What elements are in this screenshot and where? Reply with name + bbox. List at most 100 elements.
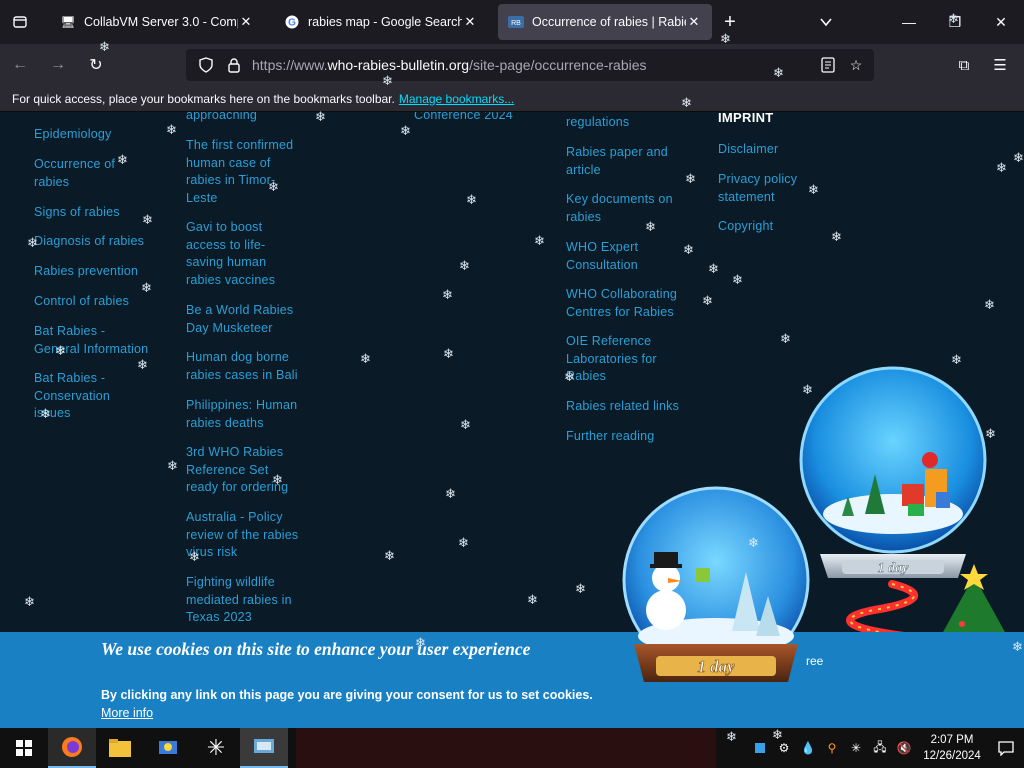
footer-link[interactable]: Privacy policy statement <box>718 171 818 206</box>
app-menu-button[interactable]: ☰ <box>988 54 1012 76</box>
tab-occurrence-of-rabies[interactable]: RB Occurrence of rabies | Rabies - ✕ <box>498 4 712 40</box>
clock-date: 12/26/2024 <box>923 750 981 762</box>
address-bar[interactable]: https://www.who-rabies-bulletin.org/site… <box>186 49 874 81</box>
manage-bookmarks-link[interactable]: Manage bookmarks... <box>399 92 514 106</box>
svg-text:RB: RB <box>511 20 521 27</box>
footer-link[interactable]: Rabies prevention <box>34 263 164 281</box>
tab-google-search[interactable]: G rabies map - Google Search ✕ <box>274 4 488 40</box>
tray-security-icon[interactable]: ⚙ <box>772 728 796 768</box>
footer-link[interactable]: Epidemiology <box>34 126 111 144</box>
taskbar-empty-area <box>296 728 716 768</box>
start-button[interactable] <box>0 728 48 768</box>
tab-overflow-button[interactable] <box>812 0 840 44</box>
reader-view-icon[interactable] <box>818 55 838 75</box>
chevron-down-icon <box>820 18 832 27</box>
footer-link[interactable]: approaching <box>186 112 257 125</box>
footer-link[interactable]: Human dog borne rabies cases in Bali <box>186 349 308 384</box>
windows-start-icon <box>16 740 32 756</box>
footer-link[interactable]: The first confirmed human case of rabies… <box>186 137 298 207</box>
footer-link[interactable]: OIE Reference Laboratories for Rabies <box>566 333 664 386</box>
screen: 🖥 CollabVM Server 3.0 - Compute ✕ G rabi… <box>0 0 1024 768</box>
clock-time: 2:07 PM <box>930 734 974 746</box>
forward-button[interactable]: → <box>40 49 76 81</box>
reload-button[interactable]: ↻ <box>78 49 114 81</box>
snowflake-app-icon: ✳ <box>206 735 226 760</box>
imprint-heading: IMPRINT <box>718 112 774 125</box>
maximize-button[interactable]: ❐ <box>932 0 978 44</box>
svg-text:G: G <box>288 18 296 29</box>
footer-link[interactable]: Occurrence of rabies <box>34 156 134 191</box>
extensions-button[interactable]: ⧉ <box>952 54 976 76</box>
taskbar-snowflake-app[interactable]: ✳ <box>192 728 240 768</box>
footer-link[interactable]: Diagnosis of rabies <box>34 233 164 251</box>
close-icon: ✕ <box>995 13 1007 30</box>
firefox-icon <box>62 737 82 757</box>
footer-link[interactable]: WHO Expert Consultation <box>566 239 646 274</box>
snow-globe-gifts: 1 day <box>799 366 987 578</box>
notification-icon <box>998 741 1014 756</box>
back-button[interactable]: ← <box>2 49 38 81</box>
bookmark-star-icon[interactable]: ☆ <box>846 55 866 75</box>
cookie-banner: We use cookies on this site to enhance y… <box>0 632 1024 728</box>
footer-link[interactable]: Be a World Rabies Day Musketeer <box>186 302 298 337</box>
footer-link[interactable]: Fighting wildlife mediated rabies in Tex… <box>186 574 304 627</box>
close-tab-icon[interactable]: ✕ <box>238 14 254 30</box>
collabvm-icon: 🖥 <box>60 15 76 29</box>
close-tab-icon[interactable]: ✕ <box>686 14 702 30</box>
footer-link[interactable]: Copyright <box>718 218 773 236</box>
url-host: who-rabies-bulletin.org <box>327 57 470 73</box>
taskbar-file-explorer[interactable] <box>96 728 144 768</box>
cookie-banner-heading: We use cookies on this site to enhance y… <box>101 639 531 659</box>
system-tray: ⚙ 💧 ⚲ ✳ 🖧 🔇 2:07 PM 12/26/2024 <box>748 728 1024 768</box>
tab-bar: 🖥 CollabVM Server 3.0 - Compute ✕ G rabi… <box>0 0 1024 44</box>
close-tab-icon[interactable]: ✕ <box>462 14 478 30</box>
new-tab-button[interactable]: + <box>712 4 748 40</box>
footer-link[interactable]: Bat Rabies - Conservation issues <box>34 370 124 423</box>
tab-title: CollabVM Server 3.0 - Compute <box>84 15 238 29</box>
footer-link[interactable]: Control of rabies <box>34 293 164 311</box>
footer-link[interactable]: Rabies related links <box>566 398 691 416</box>
tray-blue-square-icon[interactable] <box>748 728 772 768</box>
taskbar-firefox[interactable] <box>48 728 96 768</box>
tray-snowflake-icon[interactable]: ✳ <box>844 728 868 768</box>
arrow-left-icon: ← <box>12 56 28 73</box>
list-all-tabs-button[interactable] <box>0 0 40 44</box>
footer-link[interactable]: Conference 2024 <box>414 112 513 125</box>
tray-volume-muted-icon[interactable]: 🔇 <box>892 728 916 768</box>
file-explorer-icon <box>109 739 131 757</box>
notifications-button[interactable] <box>988 728 1024 768</box>
rabies-bulletin-icon: RB <box>508 14 524 30</box>
footer-link[interactable]: Rabies paper and article <box>566 144 676 179</box>
window-controls: — ❐ ✕ <box>886 0 1024 44</box>
footer-link[interactable]: Signs of rabies <box>34 204 120 222</box>
tracking-protection-icon[interactable] <box>196 57 216 73</box>
puzzle-icon: ⧉ <box>958 56 970 74</box>
close-window-button[interactable]: ✕ <box>978 0 1024 44</box>
footer-link[interactable]: Gavi to boost access to life-saving huma… <box>186 219 282 289</box>
lock-icon[interactable] <box>224 57 244 73</box>
footer-link[interactable]: Further reading <box>566 428 691 446</box>
taskbar-collabvm[interactable] <box>144 728 192 768</box>
footer-link[interactable]: Disclaimer <box>718 141 778 159</box>
tab-title: rabies map - Google Search <box>308 15 462 29</box>
control-panel-icon <box>254 739 274 753</box>
minimize-button[interactable]: — <box>886 0 932 44</box>
url-text[interactable]: https://www.who-rabies-bulletin.org/site… <box>252 57 647 73</box>
footer-link[interactable]: Bat Rabies - General Information <box>34 323 152 358</box>
footer-link[interactable]: regulations <box>566 114 629 132</box>
footer-link[interactable]: Key documents on rabies <box>566 191 676 226</box>
footer-link[interactable]: 3rd WHO Rabies Reference Set ready for o… <box>186 444 298 497</box>
footer-link[interactable]: Australia - Policy review of the rabies … <box>186 509 308 562</box>
cookie-banner-text: By clicking any link on this page you ar… <box>101 688 593 702</box>
more-info-link[interactable]: More info <box>101 706 153 720</box>
tray-search-icon[interactable]: ⚲ <box>820 728 844 768</box>
google-icon: G <box>284 14 300 30</box>
url-path: /site-page/occurrence-rabies <box>469 57 647 73</box>
footer-link[interactable]: WHO Collaborating Centres for Rabies <box>566 286 688 321</box>
footer-link[interactable]: Philippines: Human rabies deaths <box>186 397 308 432</box>
tray-network-icon[interactable]: 🖧 <box>868 728 892 768</box>
tray-drop-icon[interactable]: 💧 <box>796 728 820 768</box>
tab-collabvm[interactable]: 🖥 CollabVM Server 3.0 - Compute ✕ <box>50 4 264 40</box>
taskbar-control-panel[interactable] <box>240 728 288 768</box>
taskbar-clock[interactable]: 2:07 PM 12/26/2024 <box>916 732 988 764</box>
